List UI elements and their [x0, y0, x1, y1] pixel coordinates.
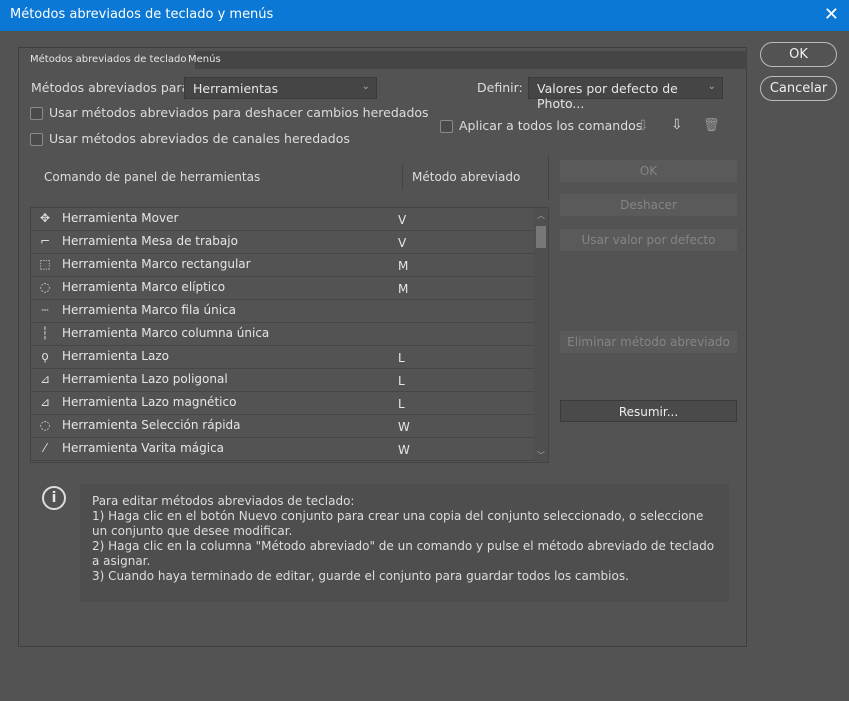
shortcuts-for-label: Métodos abreviados para:: [31, 80, 194, 95]
table-row[interactable]: ⌐ Herramienta Mesa de trabajo V: [31, 231, 548, 254]
delete-shortcut-button[interactable]: Eliminar método abreviado: [560, 331, 737, 353]
command-name: Herramienta Varita mágica: [62, 441, 225, 455]
tab-keyboard-shortcuts[interactable]: Métodos abreviados de teclado: [22, 51, 195, 69]
edit-ok-button[interactable]: OK: [560, 160, 737, 182]
lasso-icon: ϙ: [41, 349, 49, 363]
shortcut-key[interactable]: M: [398, 282, 408, 296]
scroll-down-icon[interactable]: ﹀: [537, 450, 545, 461]
shortcut-key[interactable]: W: [398, 420, 410, 434]
table-row[interactable]: ⁄ Herramienta Varita mágica W: [31, 438, 548, 461]
table-row[interactable]: ⊿ Herramienta Lazo poligonal L: [31, 369, 548, 392]
summarize-button[interactable]: Resumir...: [560, 400, 737, 422]
close-icon[interactable]: ✕: [824, 4, 839, 25]
column-divider: [402, 165, 403, 190]
chevron-down-icon: ⌄: [707, 81, 716, 92]
shortcut-key[interactable]: W: [398, 443, 410, 457]
row-marquee-icon: ┄: [41, 303, 49, 317]
info-line: Para editar métodos abreviados de teclad…: [92, 494, 355, 508]
move-icon: ✥: [39, 211, 51, 225]
shortcut-key[interactable]: L: [398, 374, 405, 388]
apply-all-label: Aplicar a todos los comandos: [459, 118, 643, 133]
scrollbar-thumb[interactable]: [536, 226, 546, 248]
column-shortcut[interactable]: Método abreviado: [412, 170, 520, 184]
apply-all-checkbox[interactable]: [440, 120, 453, 133]
tab-menus[interactable]: Menús: [180, 51, 229, 69]
info-line: 3) Cuando haya terminado de editar, guar…: [92, 569, 629, 583]
magnetic-lasso-icon: ⊿: [39, 395, 51, 409]
shortcuts-for-select[interactable]: Herramientas ⌄: [184, 77, 377, 99]
set-select[interactable]: Valores por defecto de Photo... ⌄: [528, 77, 723, 111]
save-set-icon[interactable]: ⇩: [637, 118, 649, 134]
artboard-icon: ⌐: [39, 234, 51, 248]
command-name: Herramienta Marco elíptico: [62, 280, 226, 294]
command-name: Herramienta Selección rápida: [62, 418, 241, 432]
polygonal-lasso-icon: ⊿: [39, 372, 51, 386]
command-name: Herramienta Lazo magnético: [62, 395, 237, 409]
window-title: Métodos abreviados de teclado y menús: [10, 7, 274, 22]
info-box: Para editar métodos abreviados de teclad…: [80, 484, 729, 602]
tab-strip: Métodos abreviados de teclado Menús: [22, 51, 747, 69]
column-marquee-icon: ┆: [41, 326, 49, 340]
table-row[interactable]: ⬚ Herramienta Marco rectangular M: [31, 254, 548, 277]
undo-checkbox-label: Usar métodos abreviados para deshacer ca…: [49, 105, 429, 120]
shortcut-key[interactable]: V: [398, 213, 406, 227]
command-name: Herramienta Mesa de trabajo: [62, 234, 238, 248]
command-name: Herramienta Mover: [62, 211, 179, 225]
table-row[interactable]: ⊿ Herramienta Lazo magnético L: [31, 392, 548, 415]
shortcuts-for-value: Herramientas: [193, 81, 279, 96]
table-row[interactable]: ◌ Herramienta Selección rápida W: [31, 415, 548, 438]
shortcut-key[interactable]: V: [398, 236, 406, 250]
command-name: Herramienta Marco columna única: [62, 326, 270, 340]
undo-button[interactable]: Deshacer: [560, 194, 737, 216]
table-row[interactable]: ┆ Herramienta Marco columna única: [31, 323, 548, 346]
rect-marquee-icon: ⬚: [39, 257, 51, 271]
column-command[interactable]: Comando de panel de herramientas: [44, 170, 260, 184]
shortcut-key[interactable]: M: [398, 259, 408, 273]
table-row[interactable]: ◌ Herramienta Marco elíptico M: [31, 277, 548, 300]
table-row[interactable]: ✥ Herramienta Mover V: [31, 208, 548, 231]
trash-icon[interactable]: 🗑: [703, 118, 720, 133]
shortcut-key[interactable]: L: [398, 397, 405, 411]
ok-button[interactable]: OK: [760, 42, 837, 67]
info-line: 2) Haga clic en la columna "Método abrev…: [92, 539, 715, 568]
command-name: Herramienta Lazo: [62, 349, 169, 363]
command-name: Herramienta Marco fila única: [62, 303, 236, 317]
quick-selection-icon: ◌: [39, 418, 51, 432]
command-name: Herramienta Lazo poligonal: [62, 372, 228, 386]
shortcut-key[interactable]: L: [398, 351, 405, 365]
column-divider: [548, 155, 549, 200]
command-list: ✥ Herramienta Mover V ⌐ Herramienta Mesa de …: [30, 207, 549, 463]
save-as-set-icon[interactable]: ⇩: [671, 117, 683, 133]
undo-checkbox[interactable]: [30, 107, 43, 120]
info-line: 1) Haga clic en el botón Nuevo conjunto …: [92, 509, 704, 538]
use-default-button[interactable]: Usar valor por defecto: [560, 229, 737, 251]
set-label: Definir:: [477, 80, 523, 95]
table-row[interactable]: ϙ Herramienta Lazo L: [31, 346, 548, 369]
cancel-button[interactable]: Cancelar: [760, 76, 837, 101]
title-bar: Métodos abreviados de teclado y menús: [0, 0, 849, 31]
magic-wand-icon: ⁄: [43, 441, 46, 455]
ellipse-marquee-icon: ◌: [39, 280, 51, 294]
table-row[interactable]: ┄ Herramienta Marco fila única: [31, 300, 548, 323]
info-icon: i: [42, 486, 66, 510]
channels-checkbox[interactable]: [30, 133, 43, 146]
scroll-up-icon[interactable]: ︿: [537, 210, 545, 221]
chevron-down-icon: ⌄: [361, 81, 370, 92]
channels-checkbox-label: Usar métodos abreviados de canales hered…: [49, 131, 350, 146]
command-name: Herramienta Marco rectangular: [62, 257, 251, 271]
